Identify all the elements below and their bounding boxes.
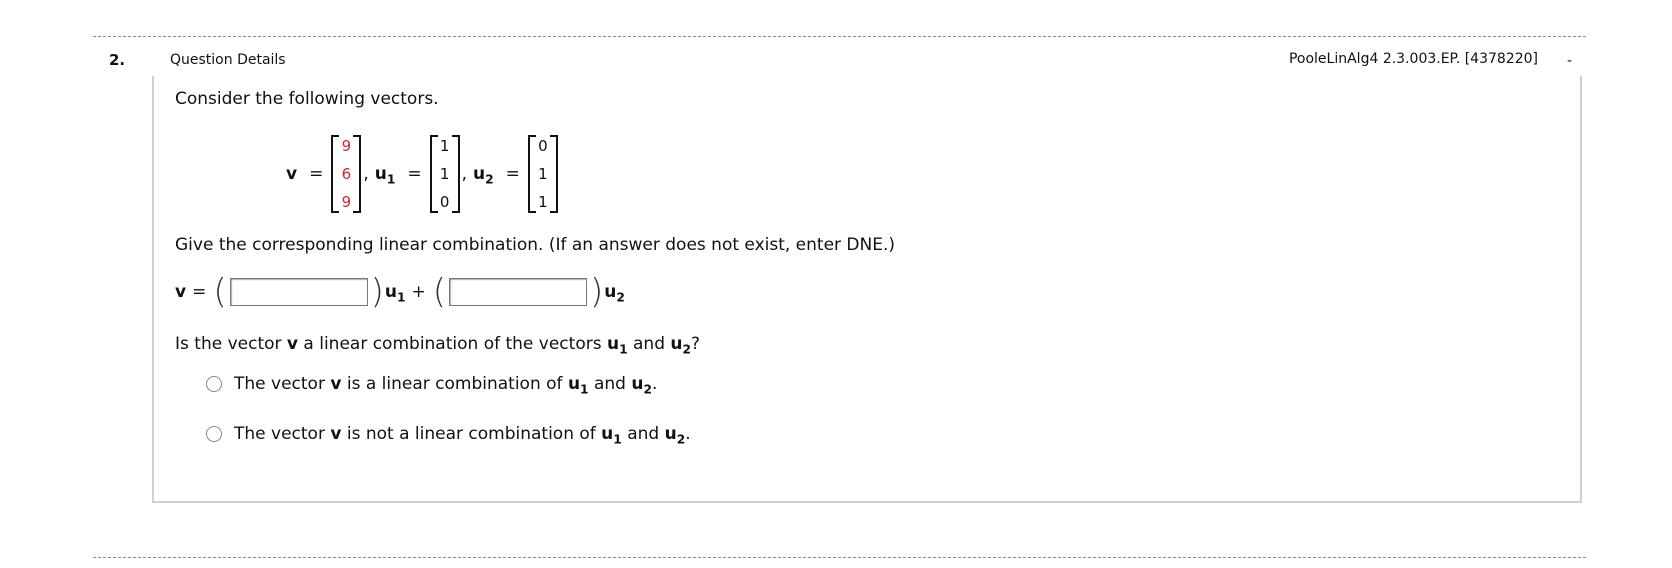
- option-label: The vector v is not a linear combination…: [234, 424, 691, 447]
- vector-u1-entry: 1: [439, 137, 450, 155]
- linear-combination-answer: v = ( ) u1 + ( ) u2: [175, 275, 625, 309]
- vector-definitions: v = 9 6 9 , u1 = 1 1 0 , u2 = 0 1 1: [280, 132, 560, 216]
- vector-u1-entry: 1: [439, 165, 450, 183]
- question-id: PooleLinAlg4 2.3.003.EP. [4378220]: [1288, 51, 1538, 67]
- v-label: v: [175, 282, 187, 302]
- u2-label: u2: [604, 282, 625, 305]
- collapse-dash[interactable]: -: [1567, 53, 1572, 69]
- question-number: 2.: [109, 51, 126, 69]
- close-paren: ): [590, 272, 604, 312]
- radio-button[interactable]: [206, 376, 222, 392]
- u2-label: u2: [473, 164, 494, 187]
- vector-u2-entry: 0: [538, 137, 548, 155]
- option-is-combination[interactable]: The vector v is a linear combination of …: [206, 374, 658, 397]
- option-not-combination[interactable]: The vector v is not a linear combination…: [206, 424, 691, 447]
- u1-label: u1: [374, 164, 396, 187]
- vector-v-entry: 9: [341, 193, 352, 211]
- vector-u1: 1 1 0: [429, 135, 460, 213]
- vector-u2-entry: 1: [538, 193, 548, 211]
- question-details-label: Question Details: [170, 52, 286, 68]
- coefficient-1-input[interactable]: [229, 278, 368, 306]
- comma: ,: [363, 164, 369, 184]
- close-paren: ): [370, 272, 384, 312]
- vector-u2: 0 1 1: [527, 135, 558, 213]
- vector-v: 9 6 9: [331, 135, 362, 213]
- equals-sign: =: [505, 164, 520, 184]
- v-label: v: [286, 164, 298, 184]
- option-label: The vector v is a linear combination of …: [234, 374, 658, 397]
- u1-label: u1: [384, 282, 406, 305]
- equals-sign: =: [309, 164, 324, 184]
- top-divider: [93, 36, 1586, 37]
- radio-button[interactable]: [206, 426, 222, 442]
- vector-u2-entry: 1: [538, 165, 548, 183]
- vector-v-entry: 6: [341, 165, 352, 183]
- equals-sign: =: [192, 282, 207, 302]
- open-paren: (: [432, 272, 447, 312]
- coefficient-2-input[interactable]: [449, 278, 588, 306]
- question-prompt: Is the vector v a linear combination of …: [175, 334, 701, 357]
- comma: ,: [461, 164, 468, 184]
- vector-u1-entry: 0: [439, 193, 450, 211]
- open-paren: (: [213, 272, 227, 312]
- instruction-text: Give the corresponding linear combinatio…: [175, 235, 896, 255]
- vector-v-entry: 9: [341, 137, 352, 155]
- bottom-divider: [93, 557, 1586, 558]
- intro-text: Consider the following vectors.: [175, 89, 439, 109]
- equals-sign: =: [407, 164, 422, 184]
- plus-sign: +: [411, 282, 426, 302]
